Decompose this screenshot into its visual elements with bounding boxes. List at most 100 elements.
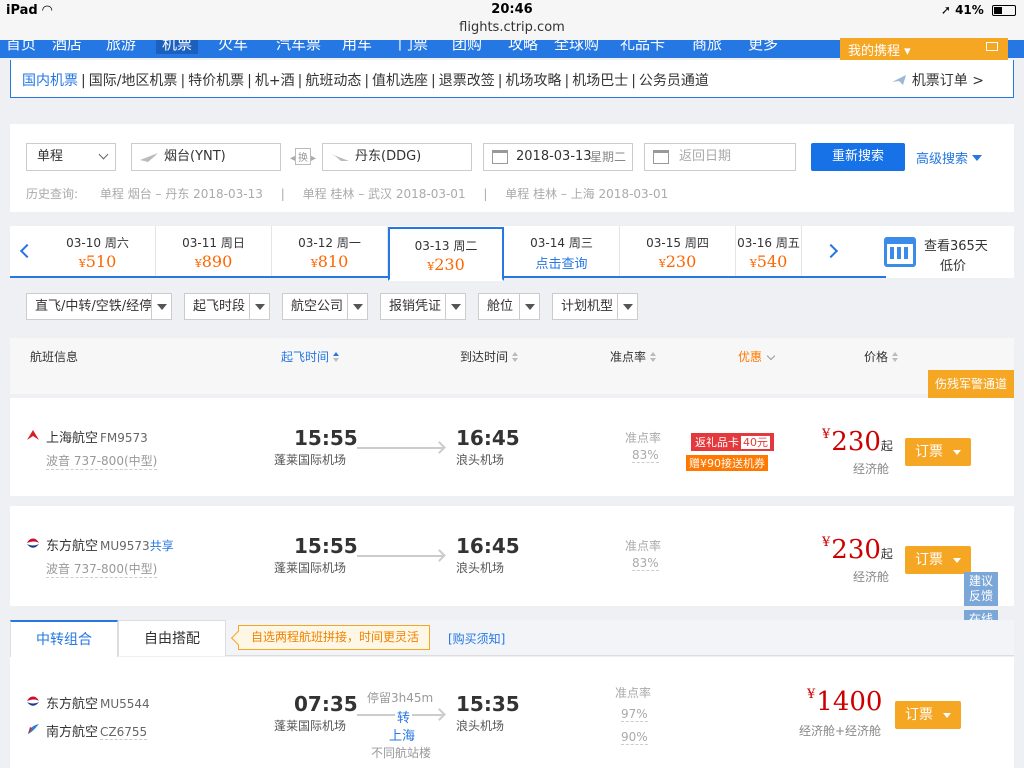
filter-airline[interactable]: 航空公司 (282, 293, 368, 320)
date-label: 03-14 周三 (530, 236, 593, 250)
aircraft-type[interactable]: 波音 737-800(中型) (46, 560, 158, 578)
date-lowest-price: ¥810 (310, 252, 349, 271)
transfer-label: 转 (395, 707, 413, 726)
depart-date-input[interactable]: 2018-03-13 星期二 (483, 143, 633, 171)
subnav-link[interactable]: 航班动态 (305, 73, 361, 89)
transfer-city[interactable]: 上海 (389, 725, 415, 744)
plane-icon (892, 75, 907, 85)
sort-icon (333, 352, 340, 362)
history-item[interactable]: 单程 桂林 – 上海 2018-03-01 (505, 187, 668, 201)
subnav-link[interactable]: 值机选座 (372, 73, 428, 89)
date-cell[interactable]: 03-16 周五 ¥540 (736, 226, 802, 276)
caret-down-icon (151, 294, 171, 319)
year-low-price-link[interactable]: 查看365天 低价 (876, 226, 1014, 276)
ontime-rate[interactable]: 83% (632, 448, 659, 463)
ontime-label: 准点率 (625, 539, 662, 553)
arrive-airport: 浪头机场 (456, 719, 505, 733)
subnav-link[interactable]: 国际/地区机票 (89, 73, 178, 89)
departure-city-input[interactable]: 烟台(YNT) (131, 143, 281, 171)
filter-cabin[interactable]: 舱位 (478, 293, 540, 320)
arrival-city-input[interactable]: 丹东(DDG) (322, 143, 472, 171)
nav-item[interactable]: 门票 (398, 40, 428, 54)
sort-icon (512, 352, 519, 362)
nav-item[interactable]: 更多 (748, 40, 778, 54)
date-cell[interactable]: 03-10 周六 ¥510 (40, 226, 156, 276)
location-icon: ➚ (940, 3, 951, 17)
return-date-input[interactable]: 返回日期 (644, 143, 796, 171)
codeshare-label[interactable]: 共享 (150, 539, 174, 553)
nav-item[interactable]: 团购 (452, 40, 482, 54)
date-cell[interactable]: 03-15 周四 ¥230 (620, 226, 736, 276)
date-cell[interactable]: 03-12 周一 ¥810 (272, 226, 388, 276)
book-button[interactable]: 订票 (905, 438, 971, 466)
mail-icon[interactable] (986, 42, 998, 51)
ontime-rate[interactable]: 97% (621, 707, 648, 722)
ontime-rate[interactable]: 90% (621, 730, 648, 745)
book-button[interactable]: 订票 (905, 546, 971, 574)
feedback-button[interactable]: 建议 反馈 (964, 572, 998, 606)
subnav-link[interactable]: 机+酒 (255, 73, 295, 89)
tab-free-combo[interactable]: 自由搭配 (118, 620, 226, 656)
nav-item[interactable]: 攻略 (508, 40, 538, 54)
nav-item[interactable]: 用车 (342, 40, 372, 54)
nav-item[interactable]: 旅游 (106, 40, 136, 54)
tab-transfer-combo[interactable]: 中转组合 (10, 620, 118, 657)
nav-item[interactable]: 火车 (218, 40, 248, 54)
search-button[interactable]: 重新搜索 (811, 143, 905, 171)
transfer-coupon-badge[interactable]: 赠¥90接送机券 (686, 455, 768, 471)
sort-price[interactable]: 价格 (864, 348, 899, 365)
clock: 20:46 (491, 2, 533, 17)
date-query-link[interactable]: 点击查询 (504, 253, 619, 272)
date-lowest-price: ¥510 (78, 252, 117, 271)
book-button[interactable]: 订票 (895, 701, 961, 729)
date-cell[interactable]: 03-14 周三点击查询 (504, 226, 620, 276)
nav-item[interactable]: 机票 (156, 40, 199, 54)
date-cell[interactable]: 03-11 周日 ¥890 (156, 226, 272, 276)
nav-item[interactable]: 礼品卡 (620, 40, 665, 54)
gift-card-badge[interactable]: 返礼品卡 40元 (691, 433, 774, 451)
trip-type-select[interactable]: 单程 (26, 143, 116, 171)
subnav-link[interactable]: 机场攻略 (505, 73, 561, 89)
aircraft-type[interactable]: 波音 737-800(中型) (46, 452, 158, 470)
address-bar[interactable]: flights.ctrip.com (0, 20, 1024, 35)
subnav-link[interactable]: 国内机票 (22, 73, 78, 89)
subnav-link[interactable]: 特价机票 (188, 73, 244, 89)
swap-cities-button[interactable]: ◂ 换 ▸ (286, 148, 320, 166)
nav-item[interactable]: 商旅 (692, 40, 722, 54)
date-cell[interactable]: 03-13 周二 ¥230 (388, 227, 504, 281)
next-day-arrow[interactable] (818, 226, 848, 276)
date-label: 03-16 周五 (737, 236, 800, 250)
filter-depart-period[interactable]: 起飞时段 (184, 293, 270, 320)
filter-bar: 直飞/中转/空铁/经停 起飞时段 航空公司 报销凭证 舱位 计划机型 (10, 288, 1014, 328)
china-southern-logo-icon (28, 724, 39, 734)
arrive-time: 16:45 (456, 534, 520, 558)
sort-depart-time[interactable]: 起飞时间 (281, 348, 340, 365)
depart-airport: 蓬莱国际机场 (274, 453, 347, 467)
transfer-tabs: 中转组合 自由搭配 自选两程航班拼接，时间更灵活 [购买须知] (10, 620, 1014, 657)
history-item[interactable]: 单程 桂林 – 武汉 2018-03-01 (303, 187, 466, 201)
flight-orders-link[interactable]: 机票订单 > (891, 70, 984, 90)
nav-item[interactable]: 酒店 (52, 40, 82, 54)
advanced-search-link[interactable]: 高级搜索 (916, 148, 983, 167)
subnav-link[interactable]: 退票改签 (439, 73, 495, 89)
china-eastern-logo-icon (27, 696, 39, 706)
filter-receipt[interactable]: 报销凭证 (380, 293, 466, 320)
filter-flight-type[interactable]: 直飞/中转/空铁/经停 (26, 293, 172, 320)
airline-name: 东方航空 MU5544 (46, 697, 150, 712)
ontime-rate[interactable]: 83% (632, 556, 659, 571)
discount-dropdown[interactable]: 优惠 (738, 348, 776, 365)
my-ctrip-menu[interactable]: 我的携程 ▾ (840, 38, 1008, 60)
filter-aircraft[interactable]: 计划机型 (552, 293, 638, 320)
subnav-link[interactable]: 机场巴士 (572, 73, 628, 89)
previous-day-arrow[interactable] (10, 226, 40, 276)
subnav-link[interactable]: 公务员通道 (639, 73, 709, 89)
nav-item[interactable]: 首页 (6, 40, 36, 54)
nav-item[interactable]: 全球购 (554, 40, 599, 54)
purchase-notice-link[interactable]: [购买须知] (448, 630, 505, 647)
sort-ontime[interactable]: 准点率 (610, 348, 657, 365)
sort-arrive-time[interactable]: 到达时间 (460, 348, 519, 365)
history-item[interactable]: 单程 烟台 – 丹东 2018-03-13 (100, 187, 263, 201)
battery-status: ➚ 41% (941, 3, 1016, 17)
disabled-military-channel-button[interactable]: 伤残军警通道 (928, 370, 1014, 398)
nav-item[interactable]: 汽车票 (276, 40, 321, 54)
